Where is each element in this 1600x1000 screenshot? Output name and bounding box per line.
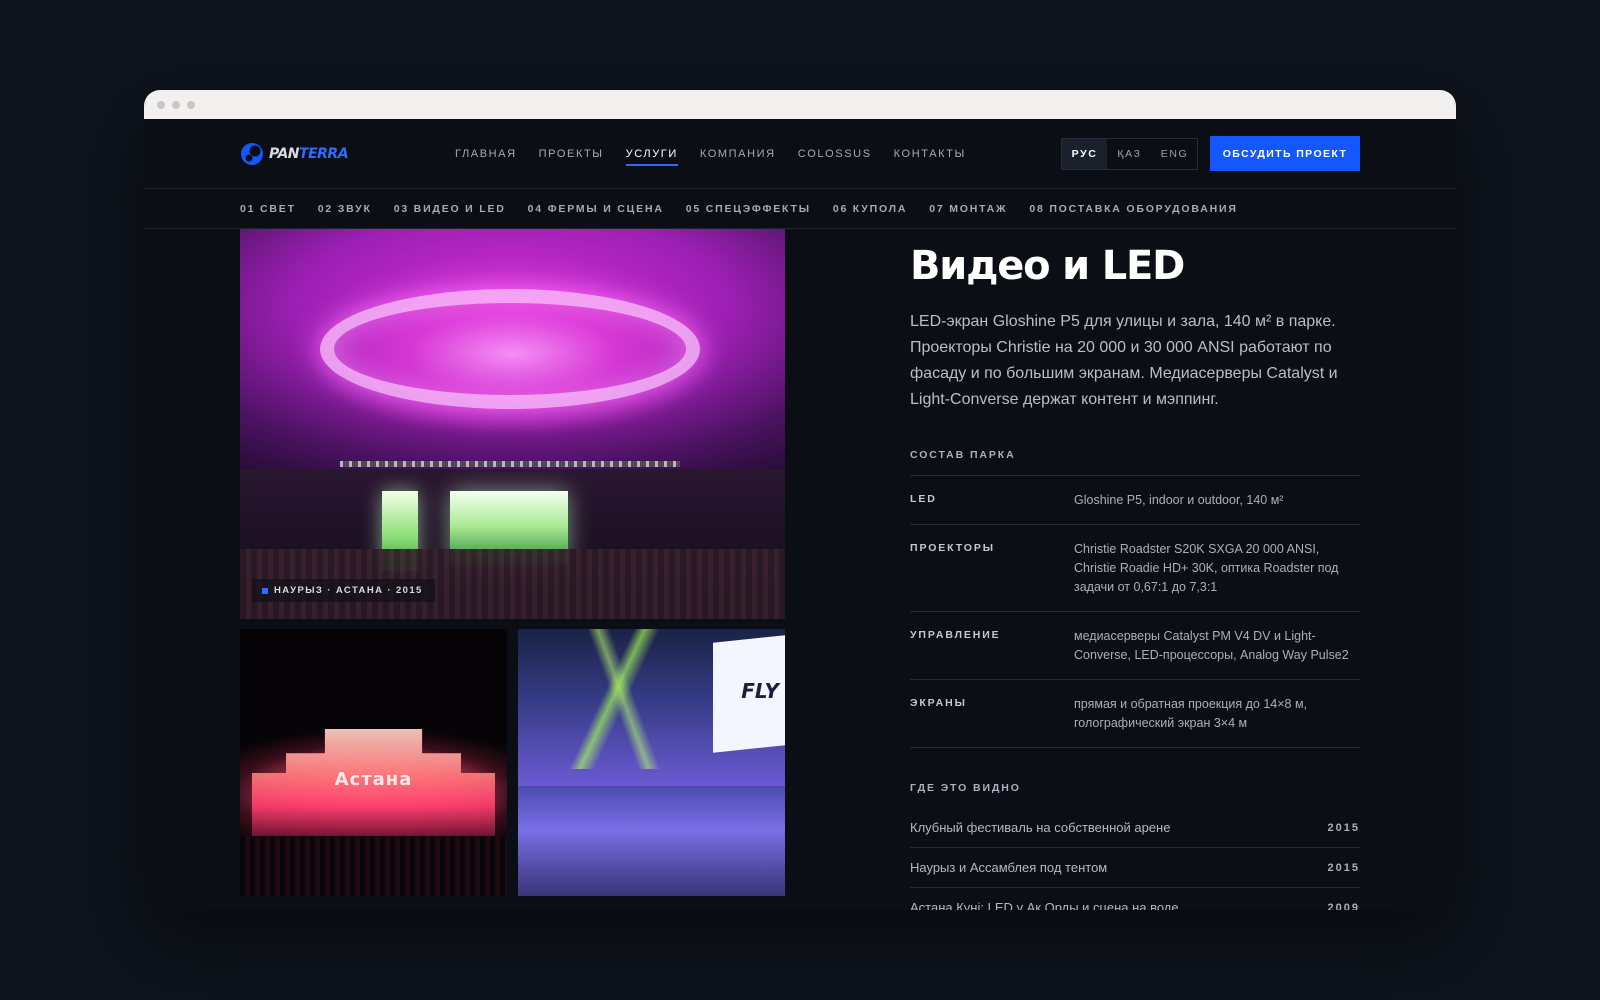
spec-value: прямая и обратная проекция до 14×8 м, го… (1074, 697, 1308, 730)
photo-truss (340, 461, 680, 467)
reference-row[interactable]: Наурыз и Ассамблея под тентом 2015 (910, 848, 1360, 888)
lang-en[interactable]: ENG (1152, 139, 1197, 169)
reference-title: Клубный фестиваль на собственной арене (910, 820, 1171, 835)
gallery-photo-astana-stage[interactable]: Астана (240, 629, 507, 896)
window-dot-close[interactable] (157, 100, 165, 109)
spec-key: ПРОЕКТОРЫ (910, 542, 995, 554)
service-details: Видео и LED LED-экран Gloshine P5 для ул… (910, 229, 1360, 910)
page-lead: LED-экран Gloshine P5 для улицы и зала, … (910, 313, 1338, 408)
references-label: ГДЕ ЭТО ВИДНО (910, 782, 1021, 794)
browser-titlebar (144, 90, 1456, 119)
reference-row[interactable]: Астана Күні: LED у Ақ Орды и сцена на во… (910, 888, 1360, 910)
nav-item-projects[interactable]: ПРОЕКТЫ (539, 142, 604, 166)
photo-ceiling-ring (320, 289, 700, 409)
language-switcher: РУС ҚАЗ ENG (1061, 137, 1198, 170)
gallery-photo-main[interactable]: НАУРЫЗ · АСТАНА · 2015 (240, 229, 785, 619)
service-tab-equipment-supply[interactable]: 08 ПОСТАВКА ОБОРУДОВАНИЯ (1029, 203, 1237, 215)
spec-key: ЭКРАНЫ (910, 697, 967, 709)
photo-caption-text: НАУРЫЗ · АСТАНА · 2015 (274, 585, 423, 596)
photo-light-beams (548, 629, 698, 769)
spec-row-screens: ЭКРАНЫ прямая и обратная проекция до 14×… (910, 680, 1360, 748)
window-dot-minimize[interactable] (172, 100, 180, 109)
spec-value: Gloshine P5, indoor и outdoor, 140 м² (1074, 493, 1284, 507)
browser-window: PANTERRA ГЛАВНАЯ ПРОЕКТЫ УСЛУГИ КОМПАНИЯ… (144, 90, 1456, 910)
spec-value: медиасерверы Catalyst PM V4 DV и Light-C… (1074, 629, 1349, 662)
specs-label: СОСТАВ ПАРКА (910, 449, 1016, 461)
service-tab-domes[interactable]: 06 КУПОЛА (833, 203, 907, 215)
photo-led-panel-text: FLY (741, 679, 779, 703)
nav-item-home[interactable]: ГЛАВНАЯ (455, 142, 517, 166)
service-content: НАУРЫЗ · АСТАНА · 2015 Астана FLY Видео … (144, 229, 1456, 910)
reference-year: 2015 (1327, 861, 1360, 874)
nav-item-company[interactable]: КОМПАНИЯ (700, 142, 776, 166)
reference-title: Наурыз и Ассамблея под тентом (910, 860, 1108, 875)
lang-kz[interactable]: ҚАЗ (1107, 139, 1152, 169)
reference-title: Астана Күні: LED у Ақ Орды и сцена на во… (910, 900, 1179, 910)
photo-arena-floor (518, 786, 785, 896)
reference-row[interactable]: Клубный фестиваль на собственной арене 2… (910, 808, 1360, 848)
site-header: PANTERRA ГЛАВНАЯ ПРОЕКТЫ УСЛУГИ КОМПАНИЯ… (144, 119, 1456, 189)
spec-row-control: УПРАВЛЕНИЕ медиасерверы Catalyst PM V4 D… (910, 612, 1360, 680)
brand-logo[interactable]: PANTERRA (240, 141, 420, 167)
brand-wordmark: PANTERRA (269, 145, 349, 162)
spec-key: УПРАВЛЕНИЕ (910, 629, 1001, 641)
service-tab-trusses-stage[interactable]: 04 ФЕРМЫ И СЦЕНА (528, 203, 664, 215)
reference-year: 2015 (1327, 821, 1360, 834)
page-title: Видео и LED (910, 243, 1185, 289)
logo-icon (241, 142, 263, 165)
specs-table: LED Gloshine P5, indoor и outdoor, 140 м… (910, 475, 1360, 748)
nav-item-services[interactable]: УСЛУГИ (625, 142, 679, 166)
spec-row-projectors: ПРОЕКТОРЫ Christie Roadster S20K SXGA 20… (910, 525, 1360, 612)
spec-row-led: LED Gloshine P5, indoor и outdoor, 140 м… (910, 476, 1360, 525)
page-viewport: PANTERRA ГЛАВНАЯ ПРОЕКТЫ УСЛУГИ КОМПАНИЯ… (144, 119, 1456, 910)
photo-audience (240, 836, 507, 896)
photo-stage-sign: Астана (334, 769, 413, 790)
service-tab-installation[interactable]: 07 МОНТАЖ (929, 203, 1007, 215)
service-tab-sfx[interactable]: 05 СПЕЦЭФФЕКТЫ (686, 203, 811, 215)
nav-item-colossus[interactable]: COLOSSUS (798, 142, 872, 166)
service-tab-light[interactable]: 01 СВЕТ (240, 203, 296, 215)
caption-marker-icon (262, 587, 268, 594)
nav-item-contacts[interactable]: КОНТАКТЫ (894, 142, 966, 166)
lang-ru[interactable]: РУС (1062, 138, 1107, 169)
reference-year: 2009 (1327, 901, 1360, 911)
references-section: ГДЕ ЭТО ВИДНО Клубный фестиваль на собст… (910, 782, 1360, 910)
services-subnav: 01 СВЕТ 02 ЗВУК 03 ВИДЕО И LED 04 ФЕРМЫ … (144, 189, 1456, 229)
main-nav: ГЛАВНАЯ ПРОЕКТЫ УСЛУГИ КОМПАНИЯ COLOSSUS… (455, 142, 966, 166)
specs-section: СОСТАВ ПАРКА LED Gloshine P5, indoor и o… (910, 449, 1360, 748)
spec-key: LED (910, 493, 937, 505)
service-tab-video-led[interactable]: 03 ВИДЕО И LED (394, 203, 506, 215)
photo-caption: НАУРЫЗ · АСТАНА · 2015 (252, 579, 435, 602)
window-dot-maximize[interactable] (187, 100, 195, 109)
references-list: Клубный фестиваль на собственной арене 2… (910, 808, 1360, 910)
discuss-project-button[interactable]: ОБСУДИТЬ ПРОЕКТ (1210, 136, 1360, 171)
service-tab-sound[interactable]: 02 ЗВУК (318, 203, 372, 215)
gallery-photo-arena-show[interactable]: FLY (518, 629, 785, 896)
spec-value: Christie Roadster S20K SXGA 20 000 ANSI,… (1074, 542, 1339, 594)
